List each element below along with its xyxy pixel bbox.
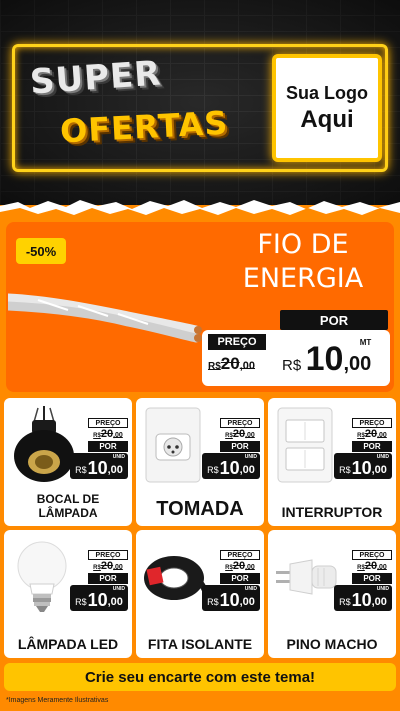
price-block: PREÇO R$20,00 POR R$ 10,00 UNID (202, 550, 260, 611)
product-name: TOMADA (156, 498, 244, 520)
product-grid: PREÇO R$20,00 POR R$ 10,00 UNID BOCAL DE L… (4, 398, 396, 658)
price-block: PREÇO R$20,00 POR R$ 10,00 UNID (334, 418, 392, 479)
featured-product[interactable]: -50% FIO DE ENERGIA POR PREÇO R$20,00 R$… (6, 222, 394, 392)
featured-title-line2: ENERGIA (242, 263, 364, 294)
product-card-pino-macho[interactable]: PREÇO R$20,00 POR R$ 10,00 UNID PINO MACHO (268, 530, 396, 658)
product-card-fita-isolante[interactable]: PREÇO R$20,00 POR R$ 10,00 UNID FITA ISOLA… (136, 530, 264, 658)
featured-price-card: PREÇO R$20,00 R$ 10,00 MT (202, 330, 390, 386)
preco-label: PREÇO (208, 334, 266, 350)
price-block: PREÇO R$20,00 POR R$ 10,00 UNID (202, 418, 260, 479)
product-name: PINO MACHO (286, 636, 378, 652)
featured-title-line1: FIO DE (257, 229, 349, 260)
price-block: PREÇO R$20,00 POR R$ 10,00 UNID (334, 550, 392, 611)
featured-title: FIO DE ENERGIA (218, 228, 388, 296)
product-card-bocal[interactable]: PREÇO R$20,00 POR R$ 10,00 UNID BOCAL DE L… (4, 398, 132, 526)
logo-line2: Aqui (300, 105, 354, 133)
product-card-lampada-led[interactable]: PREÇO R$20,00 POR R$ 10,00 UNID LÂMPADA LE… (4, 530, 132, 658)
cta-banner[interactable]: Crie seu encarte com este tema! (4, 663, 396, 691)
logo-line1: Sua Logo (286, 82, 368, 103)
price-block: PREÇO R$20,00 POR R$ 10,00 UNID (70, 418, 128, 479)
product-name: FITA ISOLANTE (147, 636, 253, 652)
unit-label: MT (359, 338, 372, 347)
product-card-interruptor[interactable]: PREÇO R$20,00 POR R$ 10,00 UNID INTERRUPTO… (268, 398, 396, 526)
wire-icon (8, 293, 202, 343)
logo-placeholder[interactable]: Sua Logo Aqui (272, 54, 382, 162)
new-price: R$ 10,00 MT (282, 338, 372, 378)
old-price: R$20,00 (208, 354, 256, 373)
disclaimer: *Imagens Meramente Ilustrativas (6, 697, 109, 704)
por-label: POR (280, 310, 388, 330)
header-banner: SUPER OFERTAS Sua Logo Aqui (0, 0, 400, 205)
product-name: LÂMPADA LED (17, 636, 119, 652)
torn-paper-edge (0, 200, 400, 218)
product-card-tomada[interactable]: PREÇO R$20,00 POR R$ 10,00 UNID TOMADA (136, 398, 264, 526)
price-block: PREÇO R$20,00 POR R$ 10,00 UNID (70, 550, 128, 611)
product-name: BOCAL DE LÂMPADA (36, 492, 100, 520)
discount-badge: -50% (16, 238, 66, 264)
product-name: INTERRUPTOR (281, 504, 383, 520)
